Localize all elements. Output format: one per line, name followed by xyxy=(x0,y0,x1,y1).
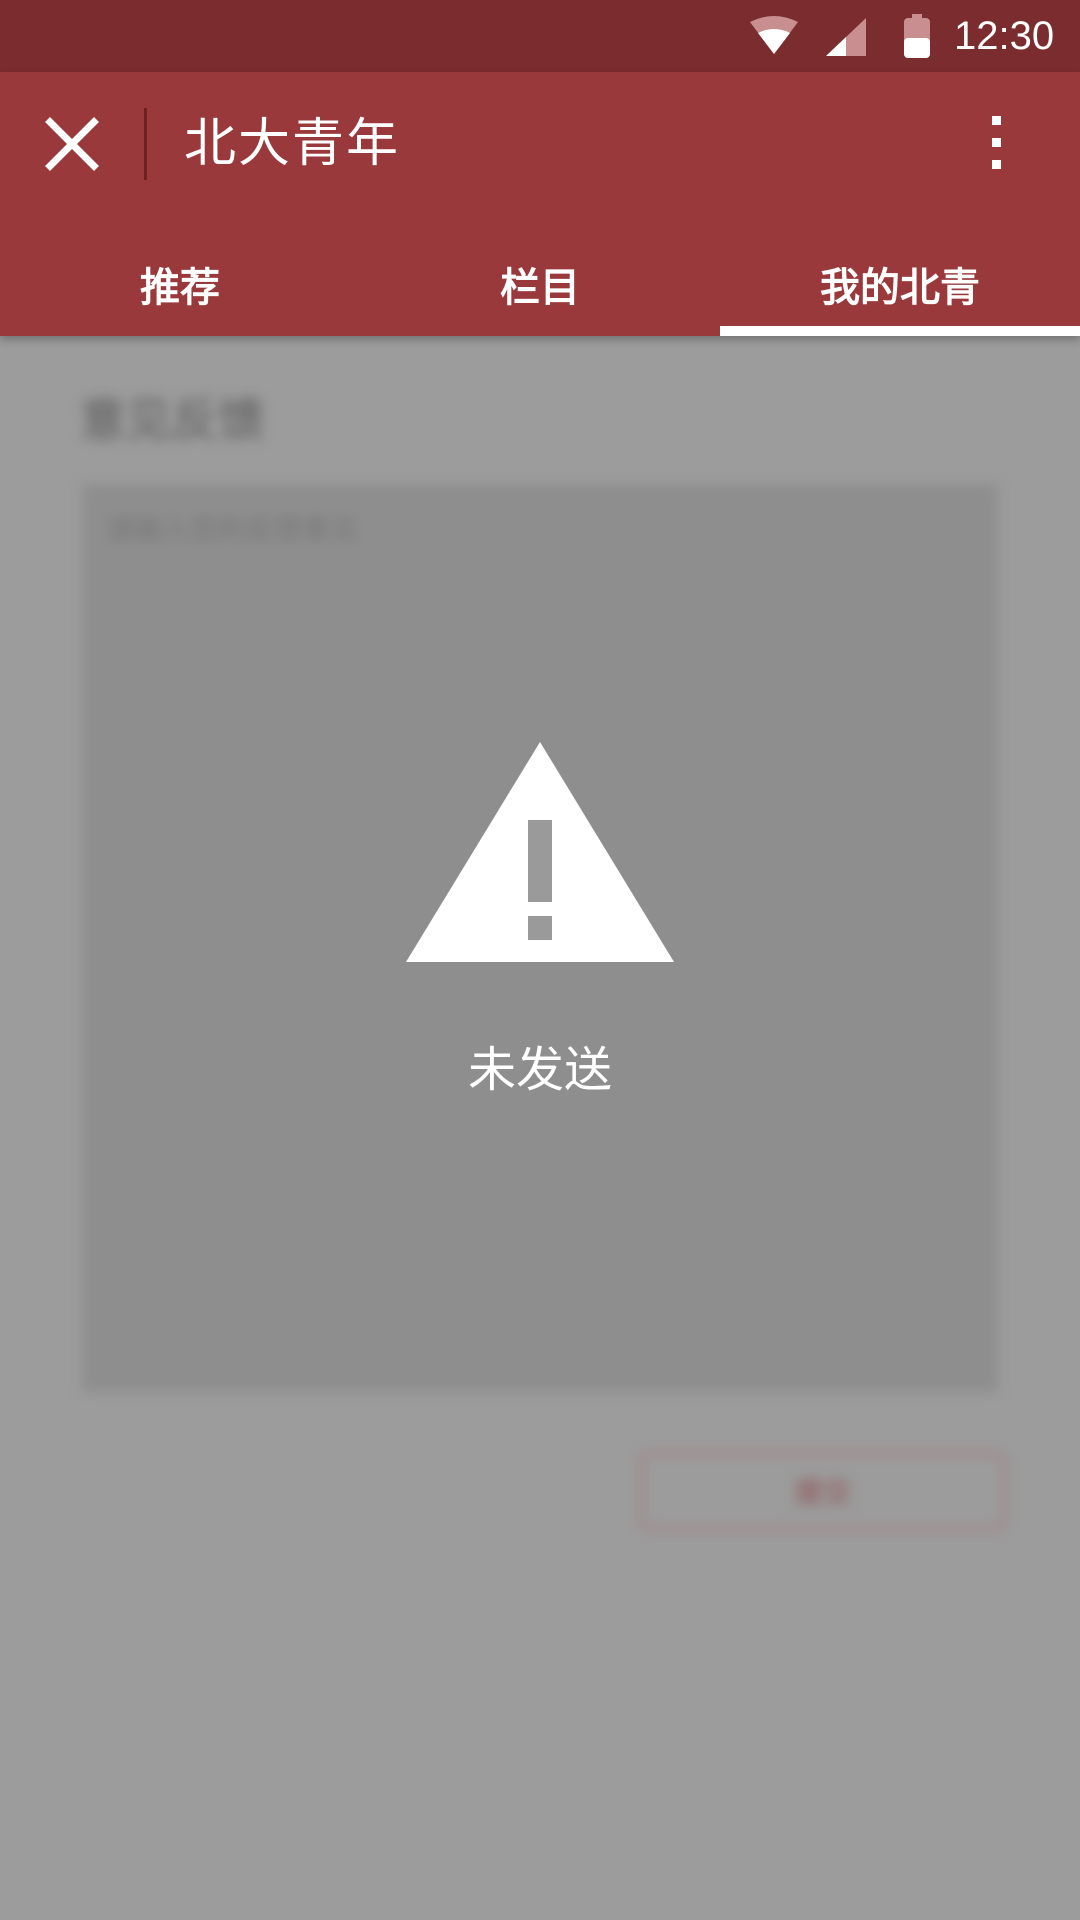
cellular-signal-icon xyxy=(826,18,866,56)
status-bar: 12:30 xyxy=(0,0,1080,72)
tab-recommended[interactable]: 推荐 xyxy=(0,232,360,336)
submit-button[interactable]: 提交 xyxy=(640,1452,1006,1530)
warning-icon xyxy=(406,742,674,962)
feedback-page-content: 意见反馈 请输入您的反馈意见 提交 xyxy=(0,336,1080,1920)
tab-columns[interactable]: 栏目 xyxy=(360,232,720,336)
tab-bar: 推荐 栏目 我的北青 xyxy=(0,232,1080,336)
section-title: 意见反馈 xyxy=(80,393,264,447)
more-options-button[interactable] xyxy=(960,108,1032,180)
feedback-placeholder: 请输入您的反馈意见 xyxy=(106,513,359,546)
app-bar: 北大青年 推荐 栏目 我的北青 xyxy=(0,72,1080,336)
title-divider xyxy=(144,108,147,180)
toast-not-sent: 未发送 xyxy=(0,730,1080,1110)
page-title: 北大青年 xyxy=(184,114,401,174)
battery-icon xyxy=(904,14,930,58)
close-button[interactable] xyxy=(36,108,108,180)
tab-my-beiqing[interactable]: 我的北青 xyxy=(720,232,1080,336)
toast-message: 未发送 xyxy=(467,1042,612,1098)
close-icon xyxy=(45,117,99,171)
screen: 12:30 北大青年 推荐 栏目 我的北青 意见反馈 请输入您的反馈意见 提交 xyxy=(0,0,1080,1920)
wifi-icon xyxy=(750,16,798,54)
status-time: 12:30 xyxy=(954,14,1055,58)
more-vertical-icon xyxy=(992,116,1001,169)
